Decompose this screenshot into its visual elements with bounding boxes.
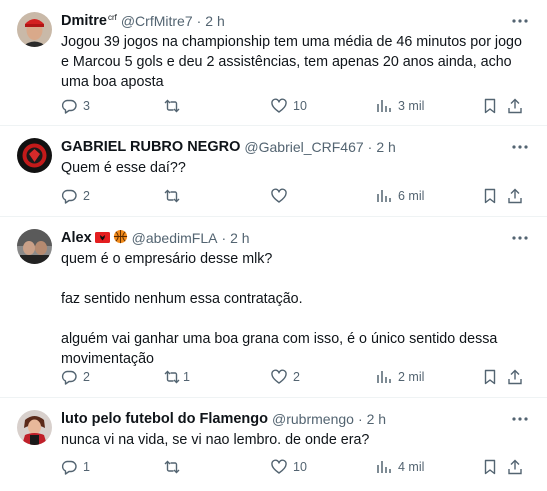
bookmark-button[interactable] — [482, 186, 498, 206]
retweet-icon — [164, 98, 180, 114]
views-chart-icon — [376, 188, 392, 204]
avatar[interactable] — [17, 138, 52, 173]
like-button[interactable]: 10 — [271, 96, 307, 116]
views-chart-icon — [376, 98, 392, 114]
like-count: 10 — [293, 99, 307, 113]
tweet-1[interactable]: Dmitre crf @CrfMitre7 · 2 h Jogou 39 jog… — [0, 0, 547, 126]
author-handle[interactable]: @abedimFLA — [132, 230, 218, 246]
author-name[interactable]: Dmitre — [61, 13, 107, 29]
bookmark-icon — [482, 369, 498, 385]
reply-icon — [61, 188, 77, 204]
share-button[interactable] — [507, 186, 523, 206]
tweet-3[interactable]: Alex @abedimFLA · 2 h quem é o empresári… — [0, 217, 547, 398]
reply-button[interactable]: 3 — [61, 96, 90, 116]
bookmark-button[interactable] — [482, 367, 498, 387]
author-handle[interactable]: @CrfMitre7 — [121, 13, 193, 29]
timestamp[interactable]: 2 h — [367, 411, 386, 427]
action-bar: 1 10 4 mil — [61, 457, 531, 477]
share-icon — [507, 459, 523, 475]
share-icon — [507, 188, 523, 204]
reply-count: 2 — [83, 189, 90, 203]
views-count: 3 mil — [398, 99, 425, 113]
action-bar: 3 10 3 mil — [61, 96, 531, 116]
separator-dot: · — [196, 13, 202, 29]
tweet-2[interactable]: GABRIEL RUBRO NEGRO @Gabriel_CRF467 · 2 … — [0, 126, 547, 217]
share-icon — [507, 98, 523, 114]
reply-icon — [61, 369, 77, 385]
retweet-icon — [164, 459, 180, 475]
tweet-text: Jogou 39 jogos na championship tem uma m… — [61, 34, 522, 90]
views-button[interactable]: 4 mil — [376, 457, 424, 477]
reply-icon — [61, 459, 77, 475]
timestamp[interactable]: 2 h — [376, 139, 395, 155]
reply-count: 1 — [83, 460, 90, 474]
bookmark-button[interactable] — [482, 457, 498, 477]
separator-dot: · — [221, 230, 227, 246]
like-count: 2 — [293, 370, 300, 384]
retweet-button[interactable] — [164, 96, 186, 116]
reply-count: 3 — [83, 99, 90, 113]
more-options-icon[interactable] — [509, 11, 531, 31]
author-handle[interactable]: @Gabriel_CRF467 — [244, 139, 363, 155]
bookmark-button[interactable] — [482, 96, 498, 116]
heart-icon — [271, 459, 287, 475]
timestamp[interactable]: 2 h — [230, 230, 249, 246]
avatar[interactable] — [17, 229, 52, 264]
action-bar: 2 6 mil — [61, 186, 531, 206]
heart-icon — [271, 188, 287, 204]
tweet-text: quem é o empresário desse mlk? faz senti… — [61, 251, 498, 367]
views-button[interactable]: 2 mil — [376, 367, 424, 387]
retweet-button[interactable] — [164, 186, 186, 206]
views-chart-icon — [376, 459, 392, 475]
bookmark-icon — [482, 98, 498, 114]
views-button[interactable]: 6 mil — [376, 186, 424, 206]
share-button[interactable] — [507, 367, 523, 387]
retweet-button[interactable]: 1 — [164, 367, 190, 387]
retweet-count: 1 — [183, 370, 190, 384]
author-handle[interactable]: @rubrmengo — [272, 411, 354, 427]
share-button[interactable] — [507, 96, 523, 116]
author-name[interactable]: Alex — [61, 230, 92, 246]
share-button[interactable] — [507, 457, 523, 477]
views-count: 6 mil — [398, 189, 425, 203]
retweet-button[interactable] — [164, 457, 186, 477]
views-count: 2 mil — [398, 370, 425, 384]
tweet-text: Quem é esse daí?? — [61, 160, 186, 176]
action-bar: 2 1 2 2 mil — [61, 367, 531, 387]
reply-button[interactable]: 2 — [61, 186, 90, 206]
reply-count: 2 — [83, 370, 90, 384]
more-options-icon[interactable] — [509, 228, 531, 248]
tweet-text: nunca vi na vida, se vi nao lembro. de o… — [61, 432, 370, 448]
author-name[interactable]: GABRIEL RUBRO NEGRO — [61, 139, 240, 155]
reply-button[interactable]: 1 — [61, 457, 90, 477]
tweet-4[interactable]: luto pelo futebol do Flamengo @rubrmengo… — [0, 398, 547, 491]
separator-dot: · — [367, 139, 373, 155]
views-chart-icon — [376, 369, 392, 385]
like-button[interactable]: 2 — [271, 367, 300, 387]
more-options-icon[interactable] — [509, 409, 531, 429]
bookmark-icon — [482, 188, 498, 204]
retweet-icon — [164, 188, 180, 204]
share-icon — [507, 369, 523, 385]
separator-dot: · — [357, 411, 363, 427]
avatar[interactable] — [17, 410, 52, 445]
author-name[interactable]: luto pelo futebol do Flamengo — [61, 411, 268, 427]
views-count: 4 mil — [398, 460, 425, 474]
timestamp[interactable]: 2 h — [205, 13, 224, 29]
reply-icon — [61, 98, 77, 114]
heart-icon — [271, 98, 287, 114]
albania-flag-icon — [94, 230, 110, 246]
more-options-icon[interactable] — [509, 137, 531, 157]
name-badge: crf — [107, 12, 117, 22]
basketball-icon — [113, 229, 128, 247]
heart-icon — [271, 369, 287, 385]
views-button[interactable]: 3 mil — [376, 96, 424, 116]
reply-button[interactable]: 2 — [61, 367, 90, 387]
bookmark-icon — [482, 459, 498, 475]
retweet-icon — [164, 369, 180, 385]
like-count: 10 — [293, 460, 307, 474]
like-button[interactable]: 10 — [271, 457, 307, 477]
like-button[interactable] — [271, 186, 293, 206]
avatar[interactable] — [17, 12, 52, 47]
